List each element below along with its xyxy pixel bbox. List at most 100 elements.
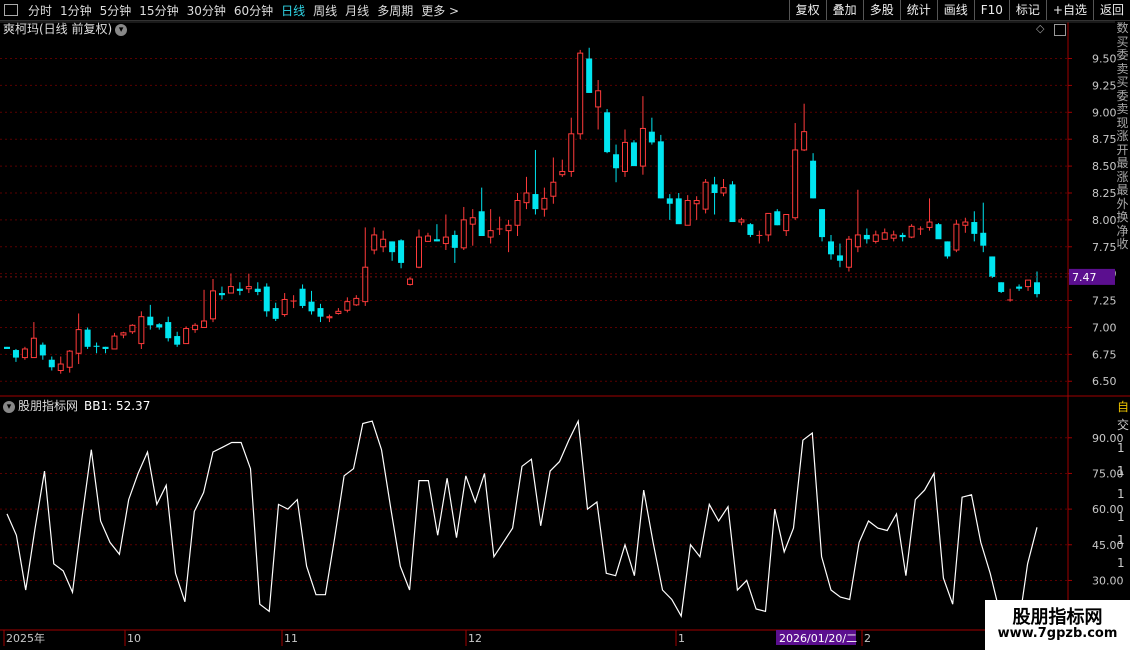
candle-body: [505, 224, 512, 232]
candle-body: [980, 232, 987, 246]
candle-body: [630, 142, 637, 167]
quote-field-label: 涨: [1116, 129, 1129, 143]
candle-body: [711, 184, 718, 193]
candle-body: [899, 234, 906, 238]
indicator-menu-icon[interactable]: ▾: [3, 400, 15, 413]
date-label: 1: [678, 632, 685, 645]
quote-field-label: 最: [1116, 156, 1129, 170]
candle-body: [487, 230, 494, 238]
indicator-edge-label: 1: [1117, 487, 1125, 501]
candle-body: [201, 320, 208, 328]
candle-body: [344, 301, 351, 311]
candle-body: [111, 335, 118, 350]
indicator-title: ▾ 股朋指标网 BB1: 52.37: [3, 398, 150, 414]
indicator-edge-label: 1: [1117, 464, 1125, 478]
watermark-url: www.7gpzb.com: [997, 626, 1118, 641]
candle-body: [335, 310, 342, 314]
candle-body: [30, 337, 37, 359]
chart-title: 爽柯玛(日线 前复权) ▾: [3, 21, 128, 37]
candle-body: [1025, 279, 1032, 288]
date-label: 12: [468, 632, 482, 645]
quote-field-label: 最: [1116, 183, 1129, 197]
diamond-icon[interactable]: ◇: [1036, 22, 1044, 35]
indicator-edge-label: 1: [1117, 510, 1125, 524]
quote-field-label: 开: [1116, 142, 1129, 157]
candle-body: [147, 316, 154, 326]
indicator-edge-label: 交: [1117, 418, 1130, 432]
candle-body: [765, 212, 772, 236]
candle-body: [192, 324, 199, 331]
candle-body: [469, 217, 476, 225]
candle-body: [613, 154, 620, 169]
price-tick-label: 6.50: [1092, 375, 1117, 388]
candle-body: [371, 234, 378, 251]
candle-body: [541, 197, 548, 210]
candle-body: [881, 232, 888, 240]
candle-body: [398, 240, 405, 263]
candle-body: [756, 234, 763, 236]
date-label: 2: [864, 632, 871, 645]
candle-body: [102, 346, 109, 349]
candle-body: [496, 228, 503, 230]
indicator-panel-edge: 自交 1 1 1 1 1 1: [1117, 400, 1130, 600]
candle-body: [183, 328, 190, 345]
candle-body: [389, 241, 396, 253]
candle-body: [93, 345, 100, 347]
price-tick-label: 9.50: [1092, 53, 1117, 66]
candle-body: [210, 290, 216, 320]
candle-body: [702, 181, 709, 210]
candle-body: [908, 225, 915, 238]
candle-body: [48, 359, 55, 368]
candle-body: [299, 288, 306, 306]
cursor-date-label: 2026/01/20/二: [779, 632, 857, 645]
price-tick-label: 8.50: [1092, 160, 1117, 173]
candle-body: [863, 234, 870, 240]
candle-body: [917, 228, 924, 230]
stock-chart[interactable]: 6.506.757.007.257.507.758.008.258.508.75…: [0, 0, 1130, 650]
candle-body: [747, 224, 754, 235]
candle-body: [532, 194, 539, 210]
quote-field-label: 买: [1116, 75, 1129, 89]
candle-body: [442, 236, 449, 245]
candle-body: [66, 350, 73, 368]
candle-body: [595, 90, 602, 108]
quote-field-label: 换: [1116, 210, 1129, 224]
watermark-logo: 股朋指标网 www.7gpzb.com: [985, 600, 1130, 650]
price-tick-label: 8.25: [1092, 187, 1117, 200]
candle-body: [810, 160, 817, 199]
indicator-name: 股朋指标网: [18, 399, 79, 413]
candle-body: [21, 348, 28, 359]
quote-field-label: 现: [1116, 115, 1129, 130]
candle-body: [819, 209, 826, 238]
quote-field-label: 净: [1116, 223, 1129, 238]
candle-body: [245, 286, 252, 290]
candle-body: [451, 234, 458, 248]
indicator-edge-label: 自: [1117, 400, 1130, 414]
price-tick-label: 6.75: [1092, 348, 1117, 361]
maximize-icon[interactable]: [1054, 24, 1066, 36]
price-tick-label: 9.00: [1092, 106, 1117, 119]
candle-body: [227, 286, 234, 294]
candle-body: [783, 214, 790, 232]
candle-body: [836, 255, 843, 261]
candle-body: [416, 236, 422, 268]
chevron-down-icon[interactable]: ▾: [115, 23, 128, 36]
candle-body: [129, 324, 136, 333]
candle-body: [604, 112, 611, 153]
quote-field-label: 买: [1116, 34, 1129, 49]
price-tick-label: 7.00: [1092, 321, 1117, 334]
candle-body: [998, 282, 1005, 292]
candle-body: [165, 322, 172, 339]
candle-body: [424, 235, 431, 242]
date-label: 10: [127, 632, 141, 645]
candle-body: [774, 211, 781, 226]
candle-body: [272, 308, 279, 319]
candle-body: [577, 52, 584, 135]
candle-body: [935, 224, 942, 240]
candle-body: [648, 131, 655, 143]
candle-body: [639, 127, 646, 167]
candle-body: [4, 346, 10, 349]
candle-body: [84, 329, 91, 347]
candle-body: [281, 298, 288, 316]
candle-body: [738, 219, 745, 223]
